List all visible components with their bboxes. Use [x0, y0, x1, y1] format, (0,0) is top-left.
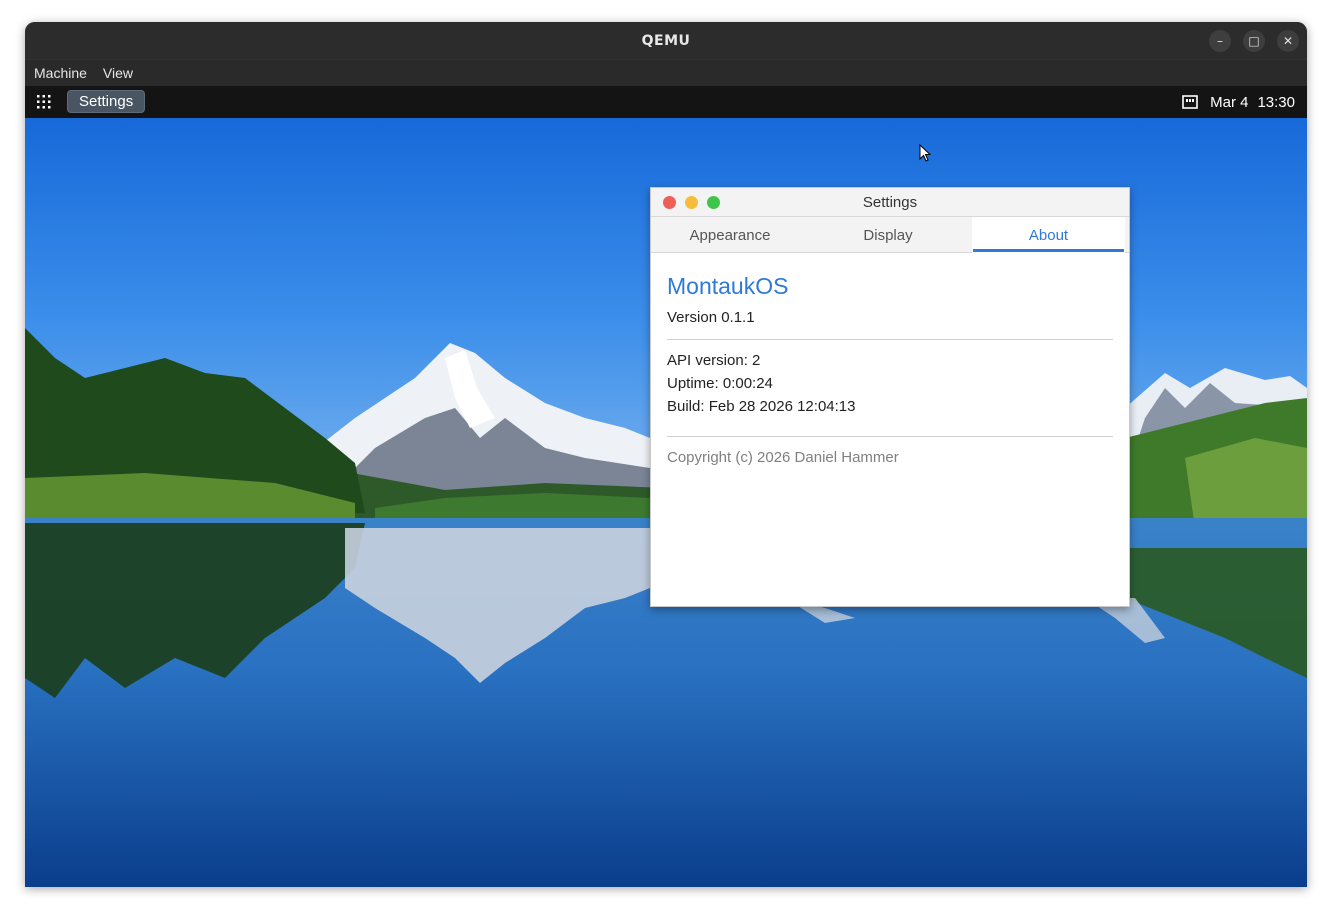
settings-tab-bar: Appearance Display About — [651, 217, 1129, 253]
api-version: API version: 2 — [667, 352, 761, 369]
tab-appearance[interactable]: Appearance — [651, 217, 809, 253]
close-button[interactable]: ✕ — [1277, 30, 1299, 52]
tab-about[interactable]: About — [972, 217, 1125, 253]
tray-date: Mar 4 — [1210, 93, 1249, 111]
system-tray: Mar 4 13:30 — [1182, 86, 1295, 118]
taskbar-settings-label: Settings — [79, 93, 134, 110]
settings-title: Settings — [862, 193, 918, 211]
taskbar-settings-button[interactable]: Settings — [67, 90, 146, 113]
divider — [667, 436, 1113, 437]
menu-view[interactable]: View — [103, 65, 133, 81]
os-name: MontaukOS — [667, 273, 789, 299]
uptime: Uptime: 0:00:24 — [667, 375, 773, 392]
qemu-window: QEMU – □ ✕ Machine View Settings Mar 4 1… — [25, 22, 1307, 887]
active-tab-indicator — [973, 249, 1124, 252]
tab-display[interactable]: Display — [809, 217, 967, 253]
guest-screen[interactable]: Settings Mar 4 13:30 Settings Appearance… — [25, 86, 1307, 887]
minimize-dot-icon[interactable] — [685, 196, 698, 209]
window-traffic-lights — [663, 196, 720, 209]
mouse-cursor-icon — [919, 144, 931, 162]
guest-taskbar: Settings Mar 4 13:30 — [25, 86, 1307, 118]
window-title: QEMU — [641, 32, 691, 49]
minimize-icon: – — [1217, 34, 1223, 48]
tray-time: 13:30 — [1257, 93, 1295, 111]
build-info: Build: Feb 28 2026 12:04:13 — [667, 398, 856, 415]
maximize-dot-icon[interactable] — [707, 196, 720, 209]
divider — [667, 339, 1113, 340]
close-icon: ✕ — [1282, 34, 1294, 48]
os-version: Version 0.1.1 — [667, 309, 755, 326]
qemu-titlebar[interactable]: QEMU – □ ✕ — [25, 22, 1307, 59]
minimize-button[interactable]: – — [1209, 30, 1231, 52]
copyright: Copyright (c) 2026 Daniel Hammer — [667, 449, 899, 466]
menu-machine[interactable]: Machine — [34, 65, 87, 81]
maximize-button[interactable]: □ — [1243, 30, 1265, 52]
apps-grid-icon[interactable] — [37, 95, 51, 109]
qemu-menubar: Machine View — [25, 59, 1307, 86]
close-dot-icon[interactable] — [663, 196, 676, 209]
settings-window: Settings Appearance Display About Montau… — [650, 187, 1130, 607]
maximize-icon: □ — [1248, 34, 1260, 48]
window-controls: – □ ✕ — [1209, 30, 1299, 52]
network-icon[interactable] — [1182, 95, 1198, 109]
settings-titlebar[interactable]: Settings — [651, 188, 1129, 217]
